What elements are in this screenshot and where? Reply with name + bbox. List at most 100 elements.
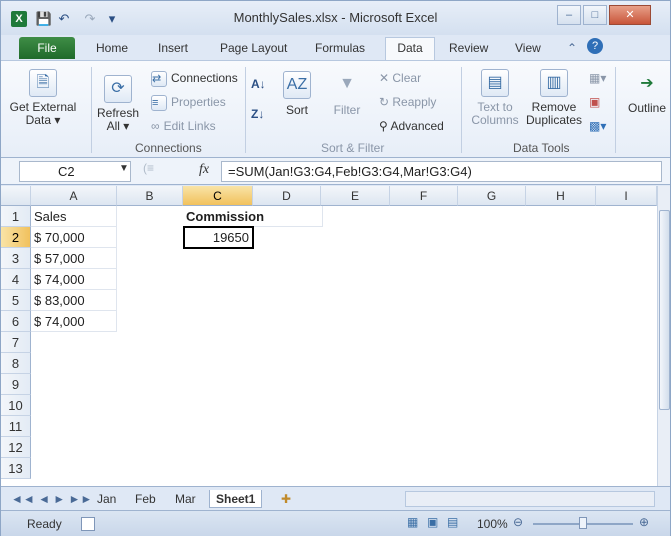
group-separator: [91, 67, 92, 153]
column-header-h[interactable]: H: [526, 186, 596, 206]
row-header-1[interactable]: 1: [1, 206, 31, 227]
sort-az-icon[interactable]: A↓: [251, 77, 266, 91]
tab-data[interactable]: Data: [385, 37, 435, 61]
sheet-tab-jan[interactable]: Jan: [97, 490, 116, 508]
row-header-5[interactable]: 5: [1, 290, 31, 311]
column-header-f[interactable]: F: [390, 186, 458, 206]
remove-duplicates-button[interactable]: ▥ Remove Duplicates: [525, 69, 583, 127]
insert-sheet-icon[interactable]: ✚: [281, 490, 291, 508]
refresh-icon: ⟳: [104, 75, 132, 103]
sheet-tab-sheet1[interactable]: Sheet1: [209, 490, 263, 508]
column-header-d[interactable]: D: [253, 186, 321, 206]
filter-button[interactable]: ▼ Filter: [327, 71, 367, 117]
sort-za-icon[interactable]: Z↓: [251, 107, 264, 121]
group-separator: [615, 67, 616, 153]
ribbon-tabs: File Home Insert Page Layout Formulas Da…: [1, 35, 670, 61]
formula-input[interactable]: =SUM(Jan!G3:G4,Feb!G3:G4,Mar!G3:G4): [221, 161, 662, 182]
vertical-scrollbar[interactable]: [657, 186, 670, 486]
column-header-i[interactable]: I: [596, 186, 657, 206]
zoom-level[interactable]: 100%: [477, 517, 508, 531]
properties-button[interactable]: ≡ Properties: [151, 95, 226, 111]
sheet-tab-mar[interactable]: Mar: [175, 490, 196, 508]
name-box-dropdown-icon[interactable]: ▼: [119, 163, 129, 174]
select-all-corner[interactable]: [1, 186, 31, 206]
row-header-11[interactable]: 11: [1, 416, 31, 437]
column-header-b[interactable]: B: [117, 186, 183, 206]
group-label-connections: Connections: [135, 141, 202, 155]
funnel-icon: ▼: [339, 75, 355, 92]
column-header-a[interactable]: A: [31, 186, 117, 206]
remove-duplicates-label: Remove Duplicates: [525, 100, 583, 127]
ribbon-minimize-icon[interactable]: ⌃: [567, 41, 577, 55]
tab-view[interactable]: View: [515, 41, 541, 55]
vertical-scroll-thumb[interactable]: [659, 210, 670, 410]
cell-a5[interactable]: $ 83,000: [31, 290, 117, 311]
connections-button[interactable]: ⇄ Connections: [151, 71, 238, 87]
cell-c2[interactable]: 19650: [183, 226, 254, 249]
view-normal-icon[interactable]: ▦: [407, 515, 418, 529]
macro-record-icon[interactable]: [81, 517, 95, 531]
row-header-6[interactable]: 6: [1, 311, 31, 332]
sheet-nav-icon[interactable]: ◄◄ ◄ ► ►►: [11, 490, 92, 508]
row-header-2[interactable]: 2: [1, 227, 31, 248]
cell-c1[interactable]: Commission: [183, 206, 323, 227]
cell-a6[interactable]: $ 74,000: [31, 311, 117, 332]
tab-home[interactable]: Home: [96, 41, 128, 55]
text-to-columns-button[interactable]: ▤ Text to Columns: [467, 69, 523, 127]
consolidate-icon[interactable]: ▣: [589, 95, 600, 109]
group-separator: [461, 67, 462, 153]
text-to-columns-label: Text to Columns: [471, 100, 519, 127]
column-header-c[interactable]: C: [183, 186, 253, 206]
sort-button[interactable]: AZ Sort: [277, 71, 317, 117]
tab-review[interactable]: Review: [449, 41, 488, 55]
name-box[interactable]: C2: [19, 161, 131, 182]
get-external-data-label: Get External Data ▾: [9, 100, 77, 127]
tab-formulas[interactable]: Formulas: [315, 41, 365, 55]
refresh-all-button[interactable]: ⟳ Refresh All ▾: [95, 75, 141, 133]
minimize-button[interactable]: –: [557, 5, 581, 25]
row-header-10[interactable]: 10: [1, 395, 31, 416]
reapply-label: Reapply: [392, 95, 437, 109]
column-header-g[interactable]: G: [458, 186, 526, 206]
excel-window: X 💾 ↶ ↷ ▾ MonthlySales.xlsx - Microsoft …: [0, 0, 671, 536]
maximize-button[interactable]: □: [583, 5, 607, 25]
cell-a1[interactable]: Sales: [31, 206, 117, 227]
tab-insert[interactable]: Insert: [158, 41, 188, 55]
worksheet-grid[interactable]: A B C D E F G H I 1 2 3 4 5 6 7 8 9 10 1…: [1, 186, 670, 486]
what-if-icon[interactable]: ▩▾: [589, 119, 606, 133]
outline-button[interactable]: ➔ Outline: [625, 73, 669, 115]
row-header-9[interactable]: 9: [1, 374, 31, 395]
view-page-layout-icon[interactable]: ▣: [427, 515, 438, 529]
view-page-break-icon[interactable]: ▤: [447, 515, 458, 529]
row-header-3[interactable]: 3: [1, 248, 31, 269]
reapply-button[interactable]: ↻ Reapply: [379, 95, 436, 109]
row-header-7[interactable]: 7: [1, 332, 31, 353]
cell-a4[interactable]: $ 74,000: [31, 269, 117, 290]
row-header-12[interactable]: 12: [1, 437, 31, 458]
zoom-in-icon[interactable]: ⊕: [639, 515, 649, 529]
horizontal-scrollbar[interactable]: [405, 491, 655, 507]
cell-a3[interactable]: $ 57,000: [31, 248, 117, 269]
row-header-4[interactable]: 4: [1, 269, 31, 290]
tab-file[interactable]: File: [19, 37, 75, 59]
zoom-out-icon[interactable]: ⊖: [513, 515, 523, 529]
sort-label: Sort: [285, 103, 308, 117]
advanced-button[interactable]: ⚲ Advanced: [379, 119, 444, 133]
column-header-e[interactable]: E: [321, 186, 390, 206]
row-header-8[interactable]: 8: [1, 353, 31, 374]
close-button[interactable]: ✕: [609, 5, 651, 25]
database-icon: 🗎: [29, 69, 57, 97]
zoom-slider-thumb[interactable]: [579, 517, 587, 529]
edit-links-button[interactable]: ∞ Edit Links: [151, 119, 216, 133]
clear-button[interactable]: ✕ Clear: [379, 71, 421, 85]
get-external-data-button[interactable]: 🗎 Get External Data ▾: [7, 69, 79, 127]
insert-function-icon[interactable]: fx: [199, 162, 209, 178]
tab-page-layout[interactable]: Page Layout: [220, 41, 287, 55]
data-validation-icon[interactable]: ▦▾: [589, 71, 606, 85]
row-header-13[interactable]: 13: [1, 458, 31, 479]
sheet-tab-feb[interactable]: Feb: [135, 490, 156, 508]
sort-dialog-icon: AZ: [283, 71, 311, 99]
cell-a2[interactable]: $ 70,000: [31, 227, 117, 248]
help-icon[interactable]: ?: [587, 38, 603, 54]
clear-filter-icon: ✕: [379, 71, 393, 85]
